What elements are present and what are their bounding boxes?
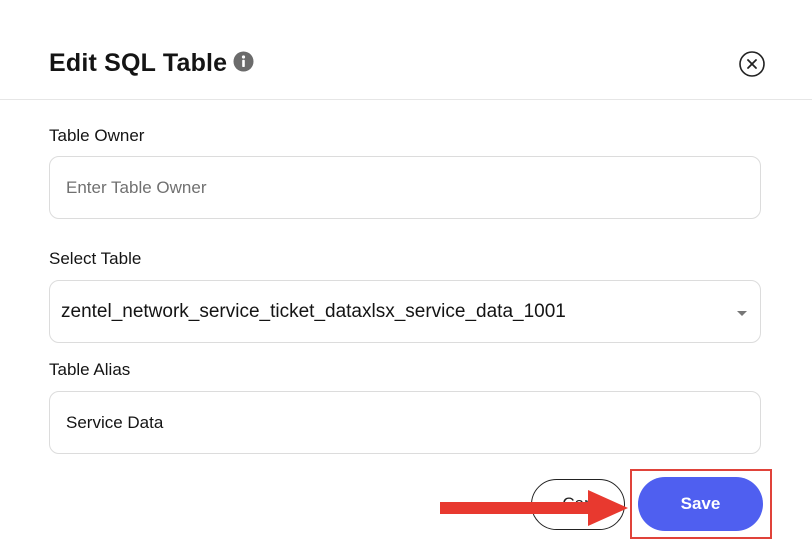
highlight-box: [630, 469, 772, 539]
select-table-value: zentel_network_service_ticket_dataxlsx_s…: [61, 301, 566, 322]
select-table-label: Select Table: [49, 249, 142, 268]
chevron-down-icon: [737, 311, 747, 316]
select-table-dropdown[interactable]: zentel_network_service_ticket_dataxlsx_s…: [49, 280, 761, 343]
pointer-arrow-icon: [440, 490, 628, 526]
dialog-header: Edit SQL Table: [0, 0, 812, 100]
table-owner-label: Table Owner: [49, 126, 145, 145]
table-alias-input[interactable]: [51, 393, 756, 452]
table-alias-label: Table Alias: [49, 360, 131, 379]
close-icon[interactable]: [739, 51, 765, 77]
edit-sql-table-dialog: Edit SQL Table Table Owner Select Table …: [0, 0, 812, 549]
table-alias-field[interactable]: [49, 391, 761, 454]
info-icon[interactable]: [233, 51, 254, 72]
dialog-title: Edit SQL Table: [49, 49, 228, 77]
table-owner-input[interactable]: [51, 158, 756, 217]
table-owner-field[interactable]: [49, 156, 761, 219]
